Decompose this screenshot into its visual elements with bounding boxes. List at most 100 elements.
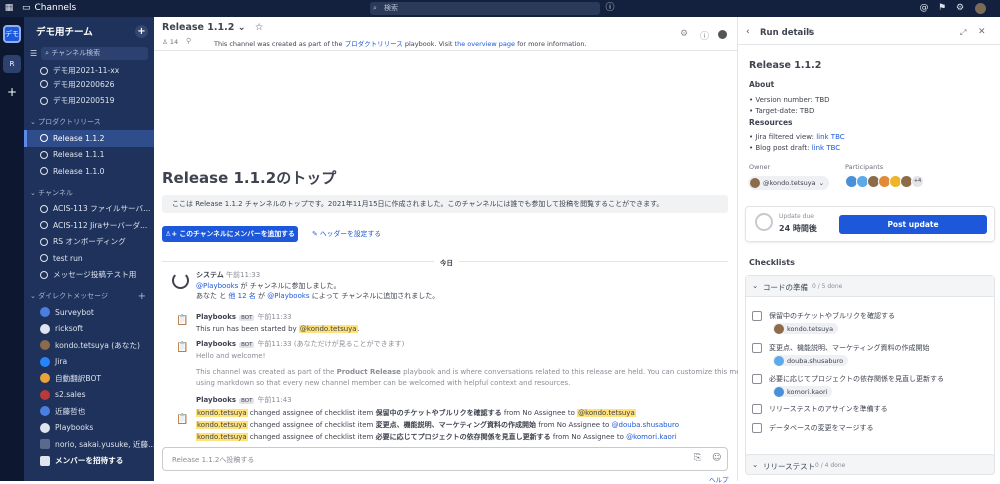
divider <box>738 44 1000 45</box>
channels-icon: ▭ <box>22 3 31 13</box>
checklist-item[interactable]: 変更点、機能説明、マーケティング資料の作成開始 <box>752 343 929 353</box>
invite-members-button[interactable]: メンバーを招待する <box>24 453 154 470</box>
add-channel-icon[interactable]: + <box>135 24 148 38</box>
avatar <box>774 355 784 366</box>
dm-surveybot[interactable]: Surveybot <box>24 304 154 321</box>
checkbox[interactable] <box>752 374 762 384</box>
saved-icon[interactable]: ⚑ <box>936 2 948 14</box>
help-link[interactable]: ヘルプ <box>709 474 729 484</box>
help-icon[interactable]: ⓘ <box>604 2 616 14</box>
resource-item: • Jira filtered view: link TBC <box>749 133 845 141</box>
member-count[interactable]: ♙ 14 <box>162 38 178 46</box>
attachment-icon[interactable]: ⎘ <box>694 453 701 463</box>
product-menu-icon[interactable]: ▦ <box>3 2 15 14</box>
dm-s2-sales[interactable]: s2.sales <box>24 387 154 404</box>
team-name[interactable]: デモ用チーム <box>36 24 93 38</box>
sidebar-item-test-run[interactable]: test run <box>24 250 154 267</box>
settings-icon[interactable]: ⚙ <box>680 29 688 39</box>
set-header-button[interactable]: ✎ ヘッダーを設定する <box>306 226 387 242</box>
assignee-chip[interactable]: komori.kaori <box>773 386 833 397</box>
participants-avatars[interactable]: +4 <box>845 175 924 188</box>
assignee-chip[interactable]: kondo.tetsuya <box>773 323 839 334</box>
checkbox[interactable] <box>752 404 762 414</box>
resource-item: • Blog post draft: link TBC <box>749 144 841 152</box>
globe-icon <box>40 80 48 89</box>
sidebar-item-acis-113[interactable]: ACIS-113 ファイルサーバ... <box>24 201 154 218</box>
channel-search-button[interactable]: ⌕ チャンネル検索 <box>41 46 148 60</box>
category-product-release[interactable]: ⌄ プロダクトリリース <box>24 114 154 130</box>
add-team-icon[interactable]: + <box>3 83 21 101</box>
sidebar-item-demo-1[interactable]: デモ用2021-11-xx <box>24 65 154 76</box>
global-search-input[interactable]: ⌕ 検索 <box>370 2 600 15</box>
playbook-link[interactable]: プロダクトリリース <box>345 40 403 48</box>
add-members-button[interactable]: ♙+ このチャンネルにメンバーを追加する <box>162 226 298 242</box>
post-author[interactable]: システム <box>196 271 224 279</box>
pin-icon[interactable]: ⚲ <box>186 37 191 45</box>
chevron-down-icon: ⌄ <box>752 281 759 290</box>
sidebar-item-demo-20200626[interactable]: デモ用20200626 <box>24 76 154 93</box>
back-chevron-icon[interactable]: ‹ <box>746 27 750 37</box>
channel-header-text: This channel was created as part of the … <box>214 40 587 48</box>
sidebar-item-release-111[interactable]: Release 1.1.1 <box>24 147 154 164</box>
checklist-item[interactable]: 保留中のチケットやブルリクを確認する <box>752 311 895 321</box>
checkbox[interactable] <box>752 423 762 433</box>
post-update-button[interactable]: Post update <box>839 215 987 234</box>
system-avatar <box>172 272 189 289</box>
message-composer[interactable]: Release 1.1.2へ投稿する ⎘ ☺ <box>162 447 728 471</box>
mentions-icon[interactable]: @ <box>918 2 930 14</box>
close-icon[interactable]: ✕ <box>978 27 986 37</box>
assignee-chip[interactable]: douba.shusaburo <box>773 355 849 366</box>
sidebar-item-release-110[interactable]: Release 1.1.0 <box>24 163 154 180</box>
checklist-item[interactable]: 必要に応じてプロジェクトの依存関係を見直し更新する <box>752 374 944 384</box>
playbooks-assignee-post: Playbooks BOT 午前11:43 kondo.tetsuya change… <box>196 396 679 441</box>
checklist-item[interactable]: データベースの変更をマージする <box>752 423 874 433</box>
dm-kondo-tetsuya[interactable]: 近藤哲也 <box>24 403 154 420</box>
team-r[interactable]: R <box>3 55 21 73</box>
top-bar: ▦ ▭ Channels ⌕ 検索 ⓘ @ ⚑ ⚙ <box>0 0 1000 17</box>
dm-jira[interactable]: Jira <box>24 354 154 371</box>
add-dm-icon[interactable]: + <box>138 291 146 302</box>
dm-translate-bot[interactable]: 自動翻訳BOT <box>24 370 154 387</box>
dm-group[interactable]: norio, sakai.yusuke, 近藤... <box>24 436 154 453</box>
avatar <box>774 386 784 397</box>
checkbox[interactable] <box>752 343 762 353</box>
external-link-icon[interactable]: ⧉ <box>808 28 813 37</box>
dm-playbooks[interactable]: Playbooks <box>24 420 154 437</box>
team-demo[interactable]: デモ <box>3 25 21 43</box>
globe-icon <box>40 204 48 213</box>
settings-gear-icon[interactable]: ⚙ <box>954 2 966 14</box>
checklist-item[interactable]: リリーステストのアサインを準備する <box>752 404 888 414</box>
clock-icon <box>755 213 773 231</box>
product-switcher[interactable]: ▭ Channels <box>22 3 76 13</box>
emoji-icon[interactable]: ☺ <box>712 453 721 463</box>
system-post: システム 午前11:33 @Playbooks が チャンネルに参加しました。 … <box>196 271 440 300</box>
favorite-star-icon[interactable]: ☆ <box>255 22 264 33</box>
app-name: Channels <box>34 3 77 13</box>
overview-link[interactable]: the overview page <box>455 40 516 48</box>
chevron-down-icon: ⌄ <box>752 460 759 469</box>
info-icon[interactable]: ⓘ <box>700 29 709 42</box>
checklist-group-header-2[interactable]: ⌄ リリーステスト 0 / 4 done <box>745 454 995 475</box>
sidebar-item-release-112[interactable]: Release 1.1.2 <box>24 130 154 147</box>
category-direct-messages[interactable]: ⌄ ダイレクトメッセージ + <box>24 288 154 304</box>
sidebar-item-rs-onboarding[interactable]: RS オンボーディング <box>24 234 154 251</box>
globe-icon <box>40 221 48 230</box>
playbooks-post: Playbooks BOT 午前11:33 This run has been st… <box>196 313 360 333</box>
owner-selector[interactable]: @kondo.tetsuya ⌄ <box>748 176 830 190</box>
channel-name[interactable]: Release 1.1.2 ⌄ ☆ <box>162 22 263 33</box>
filter-icon[interactable]: ☰ <box>30 49 37 58</box>
avatar <box>40 406 50 417</box>
sidebar-item-message-test[interactable]: メッセージ投稿テスト用 <box>24 267 154 284</box>
expand-icon[interactable]: ⤢ <box>960 28 966 38</box>
checkbox[interactable] <box>752 311 762 321</box>
user-avatar[interactable] <box>975 3 986 14</box>
category-channels[interactable]: ⌄ チャンネル <box>24 185 154 201</box>
dm-ricksoft[interactable]: ricksoft <box>24 321 154 338</box>
sidebar-item-acis-112[interactable]: ACIS-112 Jiraサーバーダ... <box>24 217 154 234</box>
dm-kondo[interactable]: kondo.tetsuya (あなた) <box>24 337 154 354</box>
group-avatar <box>40 439 50 450</box>
playbook-run-icon[interactable] <box>718 30 727 39</box>
jira-avatar <box>40 356 50 367</box>
sidebar-item-demo-20200519[interactable]: デモ用20200519 <box>24 93 154 110</box>
checklist-group-header[interactable]: ⌄ コードの準備 0 / 5 done <box>746 276 994 297</box>
